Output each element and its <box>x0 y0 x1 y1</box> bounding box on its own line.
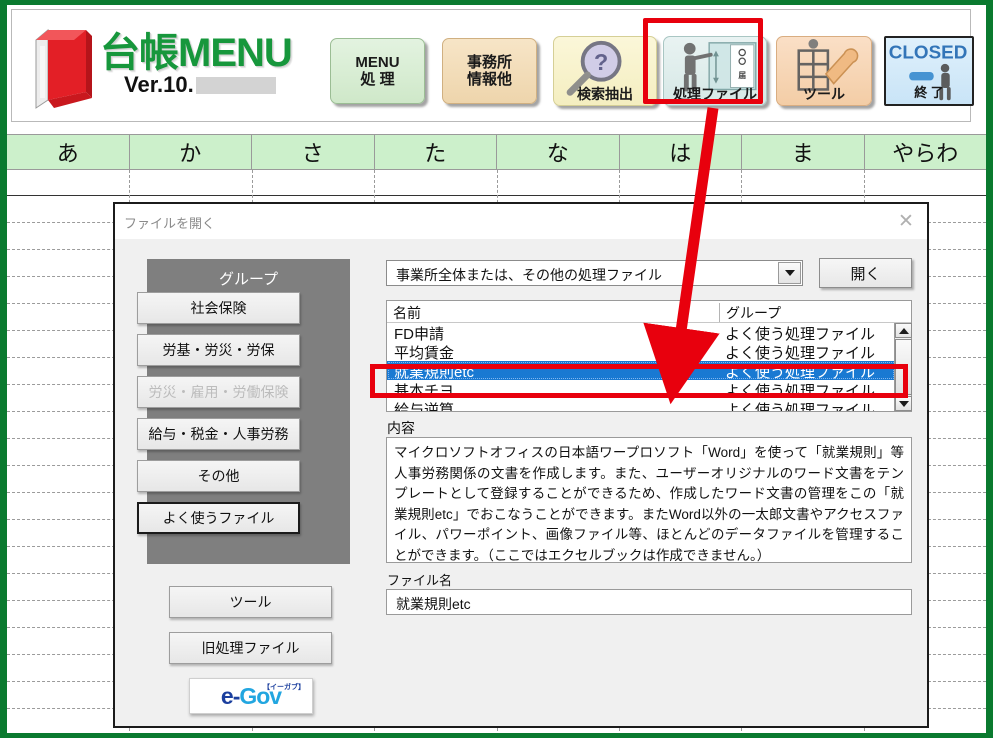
file-list-row-group: よく使う処理ファイル <box>725 326 876 343</box>
version-redaction <box>195 77 276 94</box>
kana-cell-ha[interactable]: は <box>619 134 742 170</box>
file-category-combo[interactable]: 事業所全体または、その他の処理ファイル <box>386 260 803 286</box>
group-button-labor-standards[interactable]: 労基・労災・労保 <box>137 334 300 366</box>
process-file-highlight-box <box>643 18 763 104</box>
toolbar-search-label: 検索抽出 <box>577 85 633 102</box>
toolbar-button-closed-exit[interactable]: CLOSED 終 了 <box>884 36 974 106</box>
content-label: 内容 <box>387 420 415 436</box>
group-button-payroll-tax-hr[interactable]: 給与・税金・人事労務 <box>137 418 300 450</box>
selected-row-highlight-box <box>370 364 908 398</box>
file-list-row-name: 給与逆算 <box>394 402 455 411</box>
svg-text:CLOSED: CLOSED <box>889 42 968 63</box>
triangle-up-icon[interactable] <box>895 323 912 338</box>
chevron-down-icon[interactable] <box>778 262 801 284</box>
dialog-title-bar: ファイルを開く ✕ <box>115 204 927 239</box>
old-process-file-button[interactable]: 旧処理ファイル <box>169 632 332 664</box>
app-brand-title: 台帳MENU <box>100 31 293 75</box>
group-button-social-insurance[interactable]: 社会保険 <box>137 292 300 324</box>
group-panel-title: グループ <box>218 271 279 288</box>
kana-cell-a[interactable]: あ <box>7 134 130 170</box>
toolbar-office-line2: 情報他 <box>466 71 512 88</box>
open-button[interactable]: 開く <box>819 258 912 288</box>
toolbar-office-line1: 事務所 <box>466 53 512 71</box>
file-list-row-name: FD申請 <box>394 326 444 343</box>
file-list-row[interactable]: 平均賃金 よく使う処理ファイル <box>387 342 895 362</box>
group-button-other[interactable]: その他 <box>137 460 300 492</box>
file-list-row-name: 平均賃金 <box>394 345 455 362</box>
egov-logo[interactable]: e-Gov 【イーガブ】 <box>189 678 313 714</box>
kana-cell-ka[interactable]: か <box>129 134 252 170</box>
kana-cell-ma[interactable]: ま <box>742 134 865 170</box>
svg-text:?: ? <box>594 49 608 75</box>
toolbar-menu-line2: 処 理 <box>360 71 395 88</box>
toolbar-menu-line1: MENU <box>355 53 400 71</box>
toolbar-closed-sublabel: 終 了 <box>914 85 944 101</box>
close-icon[interactable]: ✕ <box>893 210 919 232</box>
file-list-header-group[interactable]: グループ <box>719 303 781 322</box>
triangle-down-icon[interactable] <box>895 396 912 411</box>
dialog-title: ファイルを開く <box>124 216 216 231</box>
file-list-row[interactable]: 給与逆算 よく使う処理ファイル <box>387 399 895 411</box>
open-file-dialog: ファイルを開く ✕ グループ 社会保険 労基・労災・労保 労災・雇用・労働保険 … <box>113 202 929 728</box>
kana-index-row: あ か さ た な は ま やらわ <box>7 134 986 170</box>
filename-label: ファイル名 <box>387 573 453 588</box>
toolbar-button-tool[interactable]: ツール <box>776 36 872 106</box>
tool-button[interactable]: ツール <box>169 586 332 618</box>
kana-cell-sa[interactable]: さ <box>252 134 375 170</box>
file-list-row-group: よく使う処理ファイル <box>725 402 876 411</box>
kana-cell-yarawa[interactable]: やらわ <box>864 134 986 170</box>
group-button-frequently-used-files[interactable]: よく使うファイル <box>137 502 300 534</box>
file-list-header-name[interactable]: 名前 <box>393 303 421 323</box>
file-list-header: 名前 グループ <box>387 301 911 323</box>
file-list-row[interactable]: FD申請 よく使う処理ファイル <box>387 323 895 343</box>
toolbar-button-search-extract[interactable]: ? 検索抽出 <box>553 36 657 106</box>
egov-logo-kana: 【イーガブ】 <box>263 684 305 691</box>
file-list-row-group: よく使う処理ファイル <box>725 345 876 362</box>
app-version: Ver.10. <box>124 72 276 98</box>
filename-input[interactable]: 就業規則etc <box>386 589 912 615</box>
app-header: 台帳MENU Ver.10. MENU 処 理 事務所 情報他 ? 検索抽出 届… <box>11 9 974 122</box>
red-binder-icon <box>35 28 92 109</box>
toolbar-tool-label: ツール <box>803 85 845 102</box>
file-category-combo-value: 事業所全体または、その他の処理ファイル <box>396 267 662 283</box>
kana-cell-na[interactable]: な <box>497 134 620 170</box>
toolbar-button-menu[interactable]: MENU 処 理 <box>330 38 425 104</box>
content-description: マイクロソフトオフィスの日本語ワープロソフト「Word」を使って「就業規則」等人… <box>386 437 912 563</box>
kana-cell-ta[interactable]: た <box>374 134 497 170</box>
group-button-labor-employment-insurance: 労災・雇用・労働保険 <box>137 376 300 408</box>
toolbar-button-office-info[interactable]: 事務所 情報他 <box>442 38 537 104</box>
